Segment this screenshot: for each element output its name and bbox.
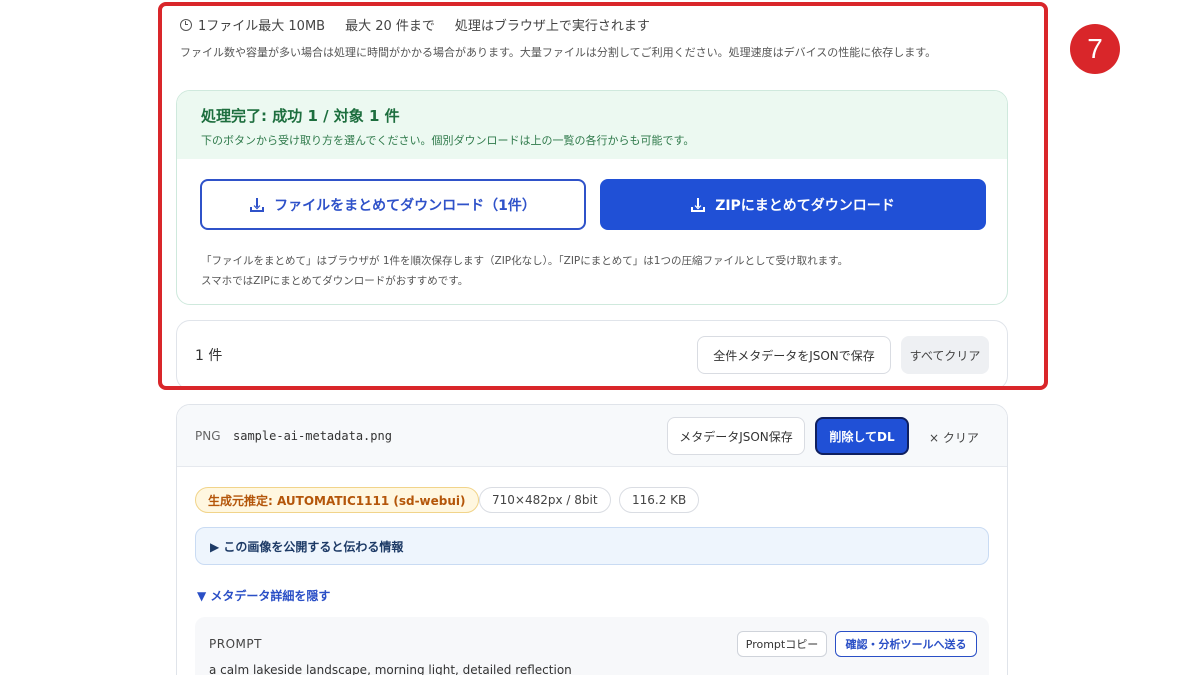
file-name: sample-ai-metadata.png [233,429,392,443]
download-zip-label: ZIPにまとめてダウンロード [715,197,895,214]
download-files-label: ファイルをまとめてダウンロード（1件） [274,197,536,214]
prompt-label: PROMPT [209,637,262,651]
download-files-button[interactable]: ファイルをまとめてダウンロード（1件） [200,179,586,230]
file-size-badge: 116.2 KB [619,487,700,513]
prompt-section: PROMPT Promptコピー 確認・分析ツールへ送る a calm lake… [195,617,989,675]
limits-bar: 1ファイル最大 10MB 最大 20 件まで 処理はブラウザ上で実行されます [180,15,650,34]
download-icon [250,197,265,212]
generator-badge: 生成元推定: AUTOMATIC1111 (sd-webui) [195,487,479,513]
dimensions-badge: 710×482px / 8bit [479,487,611,513]
completion-subtitle: 下のボタンから受け取り方を選んでください。個別ダウンロードは上の一覧の各行からも… [201,134,695,147]
clear-file-button[interactable]: × クリア [929,429,979,446]
prompt-text: a calm lakeside landscape, morning light… [209,663,572,675]
copy-prompt-button[interactable]: Promptコピー [737,631,827,657]
download-help: 「ファイルをまとめて」はブラウザが 1件を順次保存します（ZIP化なし）。「ZI… [201,251,848,291]
completion-header: 処理完了: 成功 1 / 対象 1 件 下のボタンから受け取り方を選んでください… [177,91,1007,159]
max-size-text: 1ファイル最大 10MB [198,19,326,34]
clock-icon [180,18,192,31]
hide-details-toggle[interactable]: ▼ メタデータ詳細を隠す [197,587,330,604]
download-button-row: ファイルをまとめてダウンロード（1件） ZIPにまとめてダウンロード [200,179,986,230]
save-json-button[interactable]: メタデータJSON保存 [667,417,805,455]
summary-card: 1 件 全件メタデータをJSONで保存 すべてクリア [176,320,1008,390]
file-count: 1 件 [195,348,223,364]
save-all-json-button[interactable]: 全件メタデータをJSONで保存 [697,336,891,374]
file-type-label: PNG [195,429,221,443]
send-to-tool-button[interactable]: 確認・分析ツールへ送る [835,631,977,657]
notice-text: ファイル数や容量が多い場合は処理に時間がかかる場合があります。大量ファイルは分割… [180,46,937,59]
browser-note-text: 処理はブラウザ上で実行されます [454,19,650,34]
completion-title: 処理完了: 成功 1 / 対象 1 件 [201,107,400,125]
download-zip-button[interactable]: ZIPにまとめてダウンロード [600,179,986,230]
delete-download-button[interactable]: 削除してDL [815,417,909,455]
max-count-text: 最大 20 件まで [345,19,435,34]
public-info-toggle[interactable]: ▶ この画像を公開すると伝わる情報 [195,527,989,565]
file-card: PNG sample-ai-metadata.png メタデータJSON保存 削… [176,404,1008,675]
download-help-line-1: 「ファイルをまとめて」はブラウザが 1件を順次保存します（ZIP化なし）。「ZI… [201,255,849,267]
download-help-line-2: スマホではZIPにまとめてダウンロードがおすすめです。 [201,275,469,287]
step-badge: 7 [1070,24,1120,74]
completion-card: 処理完了: 成功 1 / 対象 1 件 下のボタンから受け取り方を選んでください… [176,90,1008,305]
file-card-header: PNG sample-ai-metadata.png メタデータJSON保存 削… [177,405,1007,467]
download-icon [691,197,706,212]
clear-all-button[interactable]: すべてクリア [901,336,989,374]
